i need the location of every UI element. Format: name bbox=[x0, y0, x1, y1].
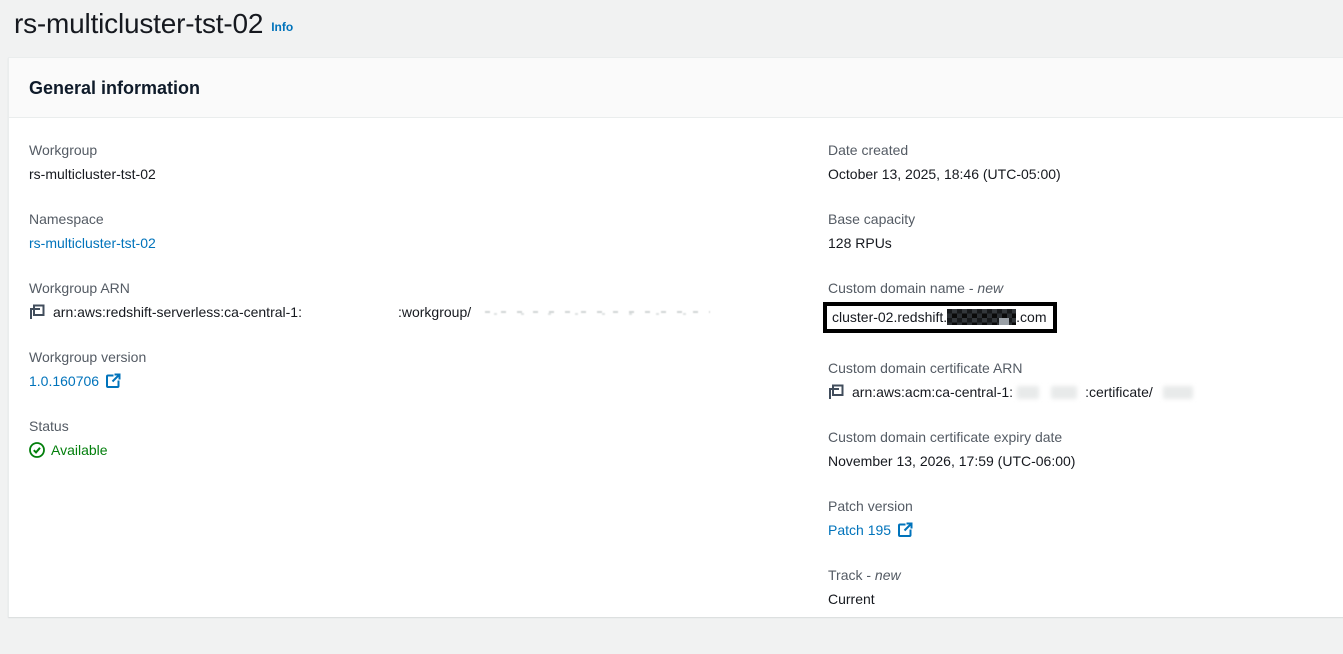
custom-domain-name-highlight: cluster-02.redshift. .com bbox=[823, 302, 1057, 333]
page-title: rs-multicluster-tst-02 bbox=[14, 8, 264, 39]
field-date-created: Date created October 13, 2025, 18:46 (UT… bbox=[828, 140, 1325, 184]
panel-title: General information bbox=[29, 78, 201, 98]
track-label: Track - new bbox=[828, 567, 901, 583]
field-patch-version: Patch version Patch 195 bbox=[828, 496, 1325, 540]
copy-icon[interactable] bbox=[29, 304, 45, 320]
cert-expiry-label: Custom domain certificate expiry date bbox=[828, 429, 1063, 445]
cert-arn-account-redacted-1 bbox=[1017, 385, 1040, 399]
workgroup-arn-prefix: arn:aws:redshift-serverless:ca-central-1… bbox=[53, 304, 302, 320]
cert-arn-prefix: arn:aws:acm:ca-central-1: bbox=[852, 384, 1014, 400]
external-link-icon[interactable] bbox=[105, 373, 121, 389]
panel-header: General information bbox=[9, 58, 1343, 118]
date-created-value: October 13, 2025, 18:46 (UTC-05:00) bbox=[828, 166, 1061, 182]
status-label: Status bbox=[29, 418, 69, 434]
custom-domain-redacted bbox=[947, 309, 1017, 325]
field-cert-expiry: Custom domain certificate expiry date No… bbox=[828, 427, 1325, 471]
track-value: Current bbox=[828, 591, 875, 607]
base-capacity-value: 128 RPUs bbox=[828, 235, 892, 251]
copy-icon[interactable] bbox=[828, 384, 844, 400]
workgroup-arn-account-redacted bbox=[302, 305, 398, 319]
field-track: Track - new Current bbox=[828, 565, 1325, 609]
workgroup-arn-id-redacted bbox=[485, 308, 711, 316]
field-custom-domain-cert-arn: Custom domain certificate ARN arn:aws:ac… bbox=[828, 358, 1325, 402]
page-header: rs-multicluster-tst-02 Info bbox=[0, 0, 1343, 40]
namespace-label: Namespace bbox=[29, 211, 104, 227]
cert-arn-label: Custom domain certificate ARN bbox=[828, 360, 1023, 376]
field-base-capacity: Base capacity 128 RPUs bbox=[828, 209, 1325, 253]
external-link-icon[interactable] bbox=[897, 522, 913, 538]
workgroup-label: Workgroup bbox=[29, 142, 98, 158]
field-workgroup-version: Workgroup version 1.0.160706 bbox=[29, 347, 828, 391]
workgroup-arn-label: Workgroup ARN bbox=[29, 280, 130, 296]
field-workgroup-arn: Workgroup ARN arn:aws:redshift-serverles… bbox=[29, 278, 828, 322]
general-information-panel: General information Workgroup rs-multicl… bbox=[8, 57, 1343, 617]
custom-domain-suffix: .com bbox=[1016, 309, 1047, 325]
left-column: Workgroup rs-multicluster-tst-02 Namespa… bbox=[29, 140, 828, 634]
status-available-icon bbox=[29, 442, 45, 458]
workgroup-version-link[interactable]: 1.0.160706 bbox=[29, 371, 99, 391]
workgroup-arn-mid: :workgroup/ bbox=[397, 304, 472, 320]
new-badge: new bbox=[874, 567, 901, 583]
cert-arn-account-redacted-2 bbox=[1051, 385, 1078, 399]
field-status: Status Available bbox=[29, 416, 828, 460]
workgroup-version-label: Workgroup version bbox=[29, 349, 147, 365]
right-column: Date created October 13, 2025, 18:46 (UT… bbox=[823, 140, 1325, 634]
cert-arn-id-redacted bbox=[1162, 385, 1193, 399]
namespace-link[interactable]: rs-multicluster-tst-02 bbox=[29, 233, 156, 253]
patch-version-label: Patch version bbox=[828, 498, 913, 514]
workgroup-value: rs-multicluster-tst-02 bbox=[29, 166, 156, 182]
info-link[interactable]: Info bbox=[271, 20, 293, 34]
custom-domain-prefix: cluster-02.redshift. bbox=[832, 309, 948, 325]
patch-version-link[interactable]: Patch 195 bbox=[828, 520, 891, 540]
custom-domain-name-label: Custom domain name - new bbox=[828, 280, 1004, 296]
cert-expiry-value: November 13, 2026, 17:59 (UTC-06:00) bbox=[828, 453, 1076, 469]
cert-arn-mid: :certificate/ bbox=[1085, 384, 1153, 400]
field-workgroup: Workgroup rs-multicluster-tst-02 bbox=[29, 140, 828, 184]
field-custom-domain-name: Custom domain name - new cluster-02.reds… bbox=[823, 278, 1325, 333]
field-namespace: Namespace rs-multicluster-tst-02 bbox=[29, 209, 828, 253]
date-created-label: Date created bbox=[828, 142, 909, 158]
status-value: Available bbox=[51, 442, 108, 458]
new-badge: new bbox=[977, 280, 1004, 296]
base-capacity-label: Base capacity bbox=[828, 211, 916, 227]
